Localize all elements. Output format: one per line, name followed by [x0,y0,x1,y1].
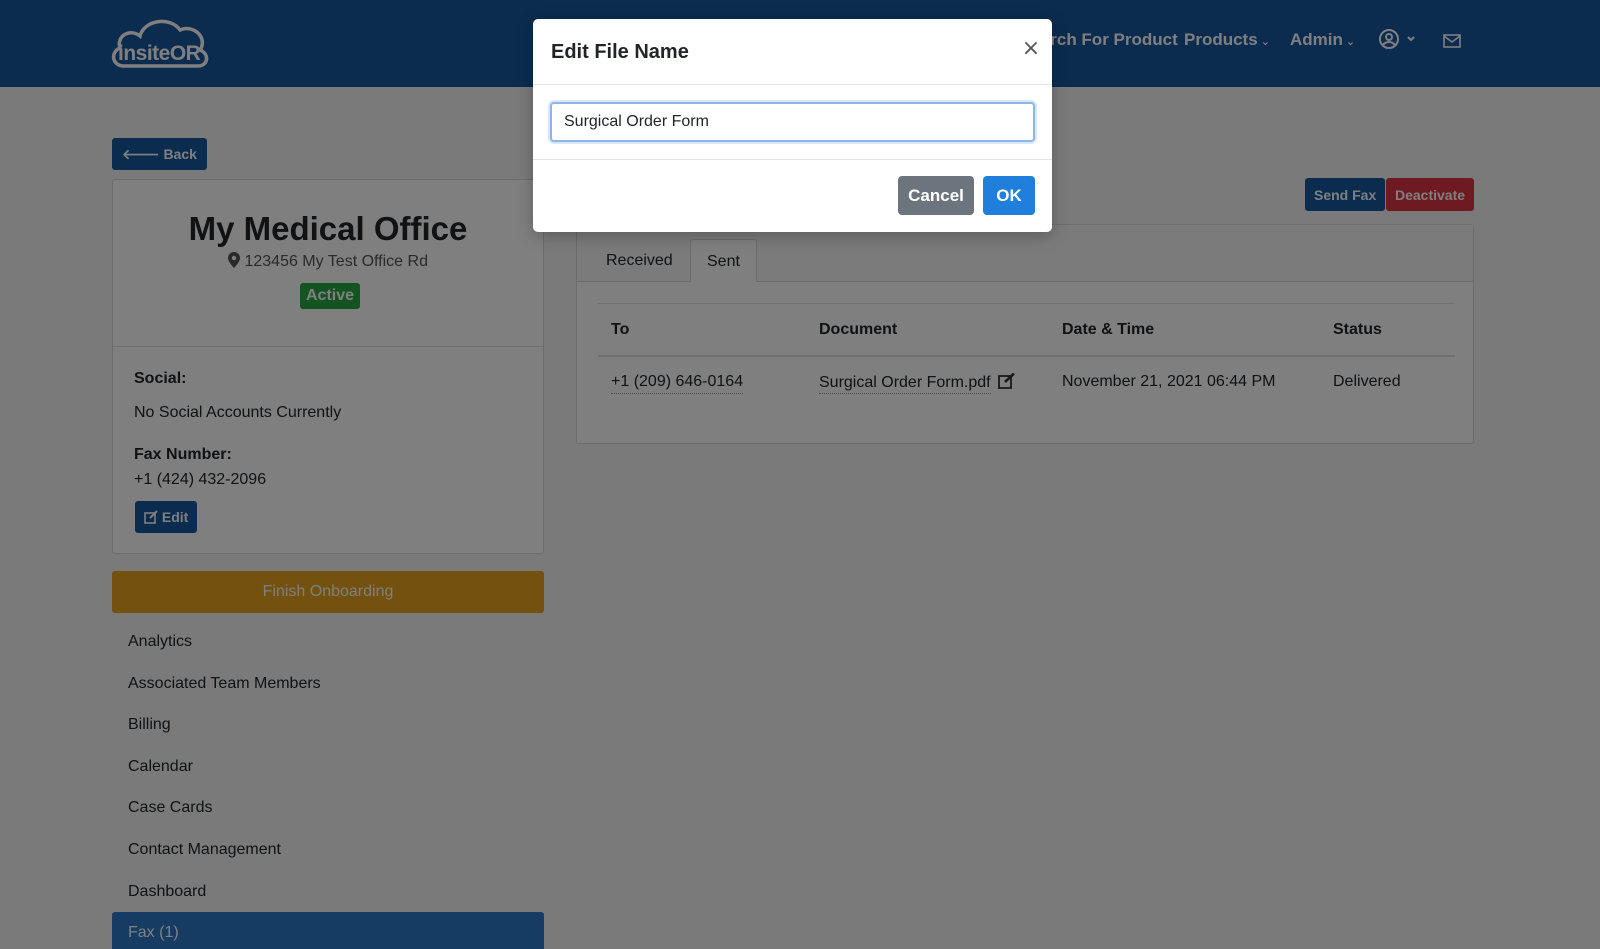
dialog-footer-divider [533,159,1052,160]
close-icon[interactable]: × [1019,37,1043,61]
ok-button[interactable]: OK [983,176,1035,215]
edit-file-name-dialog: Edit File Name × Cancel OK [533,19,1052,232]
file-name-input[interactable] [550,102,1035,142]
cancel-button[interactable]: Cancel [898,176,974,215]
dialog-title: Edit File Name [551,41,689,63]
dialog-header-divider [533,84,1052,85]
